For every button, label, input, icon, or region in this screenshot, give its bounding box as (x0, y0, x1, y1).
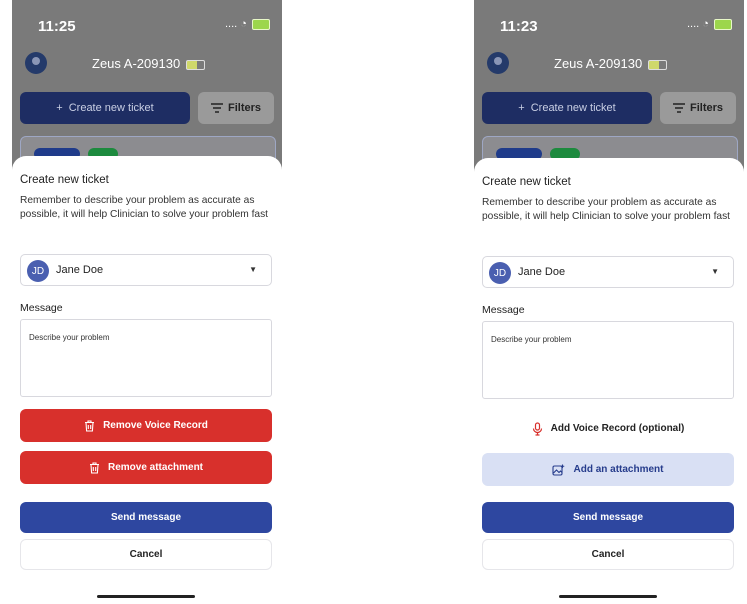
phone-screen-remove-state: 11:25 .... ◔ Zeus A-209130 + Create new … (12, 0, 282, 602)
remove-voice-record-button[interactable]: Remove Voice Record (20, 409, 272, 442)
phone-screen-add-state: 11:23 .... ◔ Zeus A-209130 + Create new … (474, 0, 744, 604)
device-battery-icon (648, 59, 668, 70)
remove-attachment-label: Remove attachment (107, 462, 204, 473)
message-label: Message (20, 302, 63, 314)
sheet-title: Create new ticket (20, 174, 109, 186)
profile-avatar-icon[interactable] (25, 52, 47, 74)
create-ticket-sheet: Create new ticket Remember to describe y… (474, 158, 744, 604)
create-new-ticket-button[interactable]: + Create new ticket (482, 92, 652, 124)
user-name: Jane Doe (518, 266, 566, 278)
send-message-button[interactable]: Send message (482, 502, 734, 533)
remove-attachment-button[interactable]: Remove attachment (20, 451, 272, 484)
create-new-ticket-label: Create new ticket (530, 102, 616, 114)
sheet-description: Remember to describe your problem as acc… (482, 197, 731, 222)
cancel-button[interactable]: Cancel (482, 539, 734, 570)
user-avatar: JD (27, 260, 49, 282)
user-select[interactable]: JD Jane Doe ▼ (20, 254, 272, 286)
message-label: Message (482, 304, 525, 316)
filters-button[interactable]: Filters (198, 92, 274, 124)
status-time: 11:23 (500, 18, 538, 35)
cancel-label: Cancel (129, 549, 163, 560)
add-image-icon (552, 464, 565, 476)
status-icons: .... ◔ (687, 18, 732, 30)
filter-lines-icon (672, 103, 685, 113)
trash-icon (84, 419, 95, 432)
send-message-label: Send message (572, 512, 644, 523)
send-message-button[interactable]: Send message (20, 502, 272, 533)
device-name: Zeus A-209130 (554, 56, 668, 71)
message-placeholder: Describe your problem (491, 335, 572, 344)
signal-dots: .... (686, 18, 700, 30)
device-name-label: Zeus A-209130 (92, 56, 181, 71)
add-attachment-button[interactable]: Add an attachment (482, 453, 734, 486)
sheet-description: Remember to describe your problem as acc… (20, 195, 269, 220)
filters-button[interactable]: Filters (660, 92, 736, 124)
trash-icon (89, 461, 100, 474)
signal-dots: .... (224, 18, 238, 30)
battery-icon (714, 18, 732, 30)
caret-down-icon: ▼ (249, 265, 257, 274)
add-voice-record-button[interactable]: Add Voice Record (optional) (482, 412, 734, 445)
message-placeholder: Describe your problem (29, 333, 110, 342)
remove-voice-record-label: Remove Voice Record (103, 420, 208, 431)
message-input[interactable]: Describe your problem (482, 321, 734, 399)
status-icons: .... ◔ (225, 18, 270, 30)
plus-icon: + (518, 102, 525, 114)
send-message-label: Send message (110, 512, 182, 523)
plus-icon: + (56, 102, 63, 114)
device-battery-icon (186, 59, 206, 70)
device-name: Zeus A-209130 (92, 56, 206, 71)
message-input[interactable]: Describe your problem (20, 319, 272, 397)
device-name-label: Zeus A-209130 (554, 56, 643, 71)
add-voice-record-label: Add Voice Record (optional) (550, 423, 685, 434)
home-indicator (559, 595, 657, 598)
cancel-label: Cancel (591, 549, 625, 560)
home-indicator (97, 595, 195, 598)
battery-icon (252, 18, 270, 30)
filters-label: Filters (689, 102, 723, 114)
user-select[interactable]: JD Jane Doe ▼ (482, 256, 734, 288)
cancel-button[interactable]: Cancel (20, 539, 272, 570)
wifi-icon: ◔ (702, 18, 709, 30)
user-name: Jane Doe (56, 264, 104, 276)
create-new-ticket-label: Create new ticket (68, 102, 154, 114)
create-new-ticket-button[interactable]: + Create new ticket (20, 92, 190, 124)
add-attachment-label: Add an attachment (573, 464, 664, 475)
create-ticket-sheet: Create new ticket Remember to describe y… (12, 156, 282, 602)
sheet-title: Create new ticket (482, 176, 571, 188)
microphone-icon (532, 421, 543, 436)
caret-down-icon: ▼ (711, 267, 719, 276)
filter-lines-icon (210, 103, 223, 113)
user-avatar: JD (489, 262, 511, 284)
status-time: 11:25 (38, 18, 76, 35)
filters-label: Filters (227, 102, 261, 114)
wifi-icon: ◔ (240, 18, 247, 30)
profile-avatar-icon[interactable] (487, 52, 509, 74)
